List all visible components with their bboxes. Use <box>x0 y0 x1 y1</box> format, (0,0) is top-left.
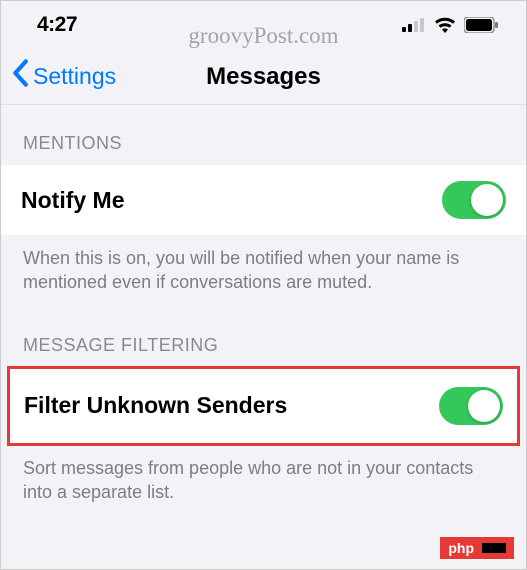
chevron-left-icon <box>11 59 29 94</box>
back-label: Settings <box>33 63 116 90</box>
page-title: Messages <box>206 63 321 91</box>
status-time: 4:27 <box>37 13 77 37</box>
back-button[interactable]: Settings <box>11 59 116 94</box>
cellular-signal-icon <box>402 18 426 32</box>
php-badge: php <box>440 537 514 559</box>
notify-me-row[interactable]: Notify Me <box>1 164 526 236</box>
badge-block-icon <box>482 543 506 553</box>
navigation-bar: Settings Messages <box>1 49 526 105</box>
filter-unknown-senders-row[interactable]: Filter Unknown Senders <box>10 369 517 443</box>
status-bar: 4:27 <box>1 1 526 49</box>
notify-me-label: Notify Me <box>21 187 125 214</box>
php-badge-text: php <box>448 540 474 556</box>
section-header-mentions: MENTIONS <box>1 133 526 164</box>
notify-me-toggle[interactable] <box>442 181 506 219</box>
status-icons <box>402 17 498 33</box>
section-header-filtering: MESSAGE FILTERING <box>1 335 526 366</box>
mentions-footer: When this is on, you will be notified wh… <box>1 236 526 295</box>
highlight-box: Filter Unknown Senders <box>7 366 520 446</box>
wifi-icon <box>434 17 456 33</box>
filtering-footer: Sort messages from people who are not in… <box>1 446 526 505</box>
filter-unknown-toggle[interactable] <box>439 387 503 425</box>
battery-icon <box>464 17 498 33</box>
filter-unknown-label: Filter Unknown Senders <box>24 392 287 419</box>
